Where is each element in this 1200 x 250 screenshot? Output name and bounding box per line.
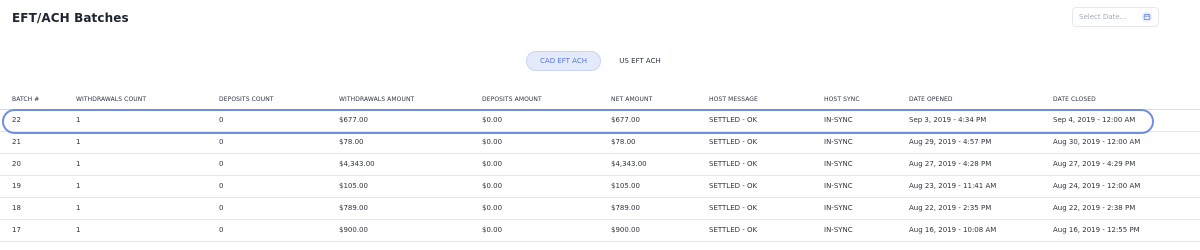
date-opened-cell: Aug 16, 2019 - 10:08 AM	[909, 226, 997, 234]
withdrawals-count-cell: 1	[76, 116, 81, 124]
table-row[interactable]: 17 1 0 $900.00 $0.00 $900.00 SETTLED - O…	[0, 220, 1200, 242]
net-amount-cell: $78.00	[611, 138, 636, 146]
date-input[interactable]	[1079, 10, 1141, 24]
host-sync-cell: IN-SYNC	[824, 138, 853, 146]
deposits-count-cell: 0	[219, 226, 224, 234]
date-closed-cell: Aug 24, 2019 - 12:00 AM	[1053, 182, 1141, 190]
column-header-withdrawals-count[interactable]: WITHDRAWALS COUNT	[76, 96, 146, 103]
table-row[interactable]: 20 1 0 $4,343.00 $0.00 $4,343.00 SETTLED…	[0, 154, 1200, 176]
table-row[interactable]: 21 1 0 $78.00 $0.00 $78.00 SETTLED - OK …	[0, 132, 1200, 154]
host-sync-cell: IN-SYNC	[824, 204, 853, 212]
host-message-cell: SETTLED - OK	[709, 160, 758, 168]
date-closed-cell: Aug 22, 2019 - 2:38 PM	[1053, 204, 1136, 212]
deposits-amount-cell: $0.00	[482, 138, 503, 146]
net-amount-cell: $789.00	[611, 204, 640, 212]
deposits-amount-cell: $0.00	[482, 116, 503, 124]
column-header-net-amount[interactable]: NET AMOUNT	[611, 96, 652, 103]
withdrawals-count-cell: 1	[76, 138, 81, 146]
batch-number-cell: 21	[12, 138, 21, 146]
withdrawals-amount-cell: $789.00	[339, 204, 368, 212]
host-message-cell: SETTLED - OK	[709, 204, 758, 212]
net-amount-cell: $105.00	[611, 182, 640, 190]
table-header: BATCH # WITHDRAWALS COUNT DEPOSITS COUNT…	[0, 91, 1200, 110]
host-sync-cell: IN-SYNC	[824, 116, 853, 124]
deposits-count-cell: 0	[219, 138, 224, 146]
column-header-date-opened[interactable]: DATE OPENED	[909, 96, 953, 103]
table-row[interactable]: 18 1 0 $789.00 $0.00 $789.00 SETTLED - O…	[0, 198, 1200, 220]
host-sync-cell: IN-SYNC	[824, 226, 853, 234]
withdrawals-count-cell: 1	[76, 204, 81, 212]
deposits-amount-cell: $0.00	[482, 160, 503, 168]
table-row[interactable]: 22 1 0 $677.00 $0.00 $677.00 SETTLED - O…	[0, 110, 1200, 132]
net-amount-cell: $4,343.00	[611, 160, 647, 168]
deposits-amount-cell: $0.00	[482, 204, 503, 212]
deposits-count-cell: 0	[219, 116, 224, 124]
host-sync-cell: IN-SYNC	[824, 182, 853, 190]
withdrawals-amount-cell: $677.00	[339, 116, 368, 124]
batch-number-cell: 18	[12, 204, 21, 212]
withdrawals-amount-cell: $105.00	[339, 182, 368, 190]
batch-number-cell: 22	[12, 116, 21, 124]
date-opened-cell: Aug 22, 2019 - 2:35 PM	[909, 204, 992, 212]
net-amount-cell: $677.00	[611, 116, 640, 124]
column-header-deposits-count[interactable]: DEPOSITS COUNT	[219, 96, 274, 103]
host-message-cell: SETTLED - OK	[709, 138, 758, 146]
withdrawals-count-cell: 1	[76, 160, 81, 168]
withdrawals-count-cell: 1	[76, 182, 81, 190]
page-title: EFT/ACH Batches	[12, 11, 129, 25]
host-message-cell: SETTLED - OK	[709, 116, 758, 124]
deposits-count-cell: 0	[219, 204, 224, 212]
date-opened-cell: Aug 29, 2019 - 4:57 PM	[909, 138, 992, 146]
withdrawals-amount-cell: $78.00	[339, 138, 364, 146]
date-picker[interactable]	[1072, 7, 1159, 27]
column-header-host-sync[interactable]: HOST SYNC	[824, 96, 860, 103]
host-sync-cell: IN-SYNC	[824, 160, 853, 168]
column-header-withdrawals-amount[interactable]: WITHDRAWALS AMOUNT	[339, 96, 414, 103]
deposits-count-cell: 0	[219, 182, 224, 190]
date-closed-cell: Aug 27, 2019 - 4:29 PM	[1053, 160, 1136, 168]
withdrawals-amount-cell: $4,343.00	[339, 160, 375, 168]
column-header-host-message[interactable]: HOST MESSAGE	[709, 96, 758, 103]
batch-number-cell: 19	[12, 182, 21, 190]
tab-cad-eft-ach[interactable]: CAD EFT ACH	[526, 51, 601, 71]
tab-us-eft-ach[interactable]: US EFT ACH	[610, 51, 670, 71]
column-header-batch-number[interactable]: BATCH #	[12, 96, 39, 103]
host-message-cell: SETTLED - OK	[709, 226, 758, 234]
date-closed-cell: Aug 30, 2019 - 12:00 AM	[1053, 138, 1141, 146]
deposits-count-cell: 0	[219, 160, 224, 168]
batch-number-cell: 17	[12, 226, 21, 234]
net-amount-cell: $900.00	[611, 226, 640, 234]
table-row[interactable]: 19 1 0 $105.00 $0.00 $105.00 SETTLED - O…	[0, 176, 1200, 198]
date-opened-cell: Aug 23, 2019 - 11:41 AM	[909, 182, 997, 190]
withdrawals-amount-cell: $900.00	[339, 226, 368, 234]
batches-table: BATCH # WITHDRAWALS COUNT DEPOSITS COUNT…	[0, 91, 1200, 242]
date-opened-cell: Aug 27, 2019 - 4:28 PM	[909, 160, 992, 168]
calendar-icon[interactable]	[1141, 11, 1153, 23]
column-header-date-closed[interactable]: DATE CLOSED	[1053, 96, 1096, 103]
deposits-amount-cell: $0.00	[482, 182, 503, 190]
column-header-deposits-amount[interactable]: DEPOSITS AMOUNT	[482, 96, 542, 103]
deposits-amount-cell: $0.00	[482, 226, 503, 234]
date-closed-cell: Aug 16, 2019 - 12:55 PM	[1053, 226, 1140, 234]
eft-ach-batches-page: EFT/ACH Batches CAD EFT ACH US EFT ACH B…	[0, 0, 1200, 250]
date-opened-cell: Sep 3, 2019 - 4:34 PM	[909, 116, 987, 124]
withdrawals-count-cell: 1	[76, 226, 81, 234]
date-closed-cell: Sep 4, 2019 - 12:00 AM	[1053, 116, 1136, 124]
host-message-cell: SETTLED - OK	[709, 182, 758, 190]
batch-number-cell: 20	[12, 160, 21, 168]
